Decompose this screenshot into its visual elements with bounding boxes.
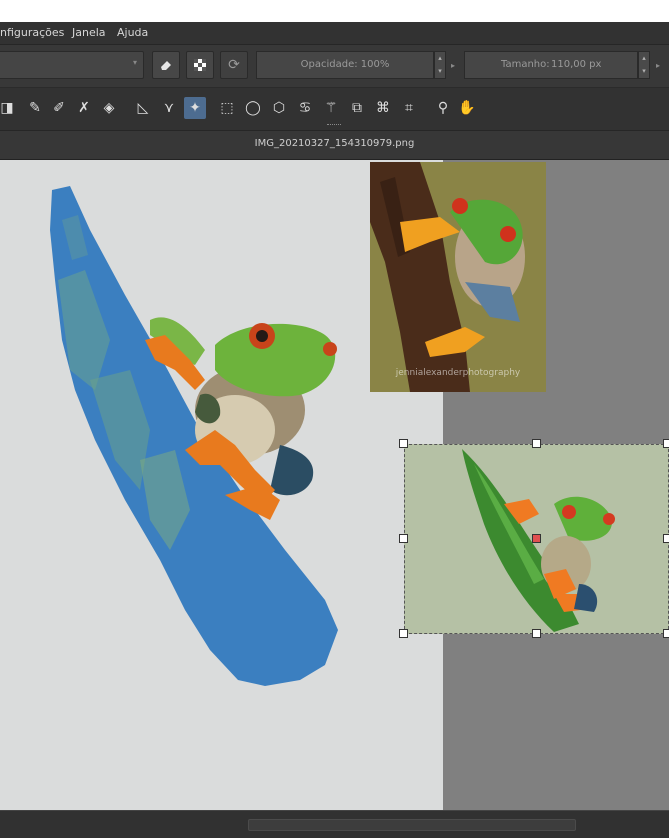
magnetic-select-icon: ⌗ bbox=[405, 100, 413, 116]
perspective-tool[interactable]: ⋎ bbox=[158, 97, 180, 119]
bezier-selection-tool[interactable]: ⌘ bbox=[372, 97, 394, 119]
chevron-right-icon: ▸ bbox=[451, 61, 456, 70]
chevron-right-icon: ▸ bbox=[656, 61, 661, 70]
transform-handle-top-left[interactable] bbox=[399, 439, 408, 448]
toolbox: ◨ ✎ ✐ ✗ ◈ ◺ ⋎ ✦ ⬚ ◯ ⬡ ♋ ⚚ ⧉ ⌘ ⌗ ⚲ ✋ bbox=[0, 88, 669, 131]
reference-tool-icon: ✦ bbox=[189, 100, 201, 116]
ellipse-select-icon: ◯ bbox=[245, 100, 261, 116]
rectangular-selection-tool[interactable]: ⬚ bbox=[216, 97, 238, 119]
bezier-select-icon: ⌘ bbox=[376, 100, 390, 116]
rotation-center-handle[interactable] bbox=[532, 534, 541, 543]
similar-color-selection-tool[interactable]: ⧉ bbox=[346, 97, 368, 119]
polygon-select-icon: ⬡ bbox=[272, 100, 286, 116]
photo-watermark: jennialexanderphotography bbox=[395, 368, 521, 378]
size-label: Tamanho: bbox=[501, 59, 550, 70]
size-spinner[interactable]: ▴ ▾ bbox=[638, 51, 650, 79]
transform-handle-top[interactable] bbox=[532, 439, 541, 448]
zoom-icon: ⚲ bbox=[437, 100, 449, 116]
reference-images-tool[interactable]: ✦ bbox=[184, 97, 206, 119]
transform-handle-left[interactable] bbox=[399, 534, 408, 543]
toolbox-grip[interactable] bbox=[327, 124, 341, 127]
magnetic-selection-tool[interactable]: ⌗ bbox=[398, 97, 420, 119]
measure-icon: ◺ bbox=[137, 100, 149, 116]
tool-options-bar: ▾ ⟳ Opacidade: 100% ▴ ▾ ▸ Tamanho: 110,00… bbox=[0, 45, 669, 88]
opacity-slider[interactable]: Opacidade: 100% bbox=[256, 51, 434, 79]
reference-image-bark-frog[interactable] bbox=[370, 162, 546, 392]
fill-tool[interactable]: ◈ bbox=[98, 97, 120, 119]
size-slider[interactable]: Tamanho: 110,00 px bbox=[464, 51, 638, 79]
pan-tool[interactable]: ✋ bbox=[456, 97, 478, 119]
brush-preset-combo[interactable]: ▾ bbox=[0, 51, 144, 79]
transform-handle-right[interactable] bbox=[663, 534, 669, 543]
canvas[interactable]: jennialexanderphotography bbox=[0, 160, 546, 810]
smart-patch-icon: ✐ bbox=[53, 100, 65, 116]
smart-patch-tool[interactable]: ✐ bbox=[48, 97, 70, 119]
color-picker-tool[interactable]: ✎ bbox=[24, 97, 46, 119]
perspective-icon: ⋎ bbox=[163, 100, 175, 116]
measure-tool[interactable]: ◺ bbox=[132, 97, 154, 119]
transform-handle-bottom[interactable] bbox=[532, 629, 541, 638]
alpha-lock-icon bbox=[194, 59, 206, 71]
document-tab-bar: IMG_20210327_154310979.png bbox=[0, 131, 669, 160]
eraser-icon bbox=[161, 61, 171, 70]
picker-icon: ✎ bbox=[29, 100, 41, 116]
similar-select-icon: ⧉ bbox=[352, 100, 362, 116]
contiguous-selection-tool[interactable]: ⚚ bbox=[320, 97, 342, 119]
assistant-tool[interactable]: ✗ bbox=[73, 97, 95, 119]
reload-preset-button[interactable]: ⟳ bbox=[220, 51, 248, 79]
menu-help[interactable]: Ajuda bbox=[117, 26, 148, 39]
alpha-lock-button[interactable] bbox=[186, 51, 214, 79]
transform-handle-top-right[interactable] bbox=[663, 439, 669, 448]
gradient-tool[interactable]: ◨ bbox=[0, 97, 14, 119]
opacity-label: Opacidade: 100% bbox=[300, 59, 390, 70]
rect-select-icon: ⬚ bbox=[220, 100, 234, 116]
menu-settings[interactable]: nfigurações bbox=[0, 26, 64, 39]
polygonal-selection-tool[interactable]: ⬡ bbox=[268, 97, 290, 119]
reference-photo-watermark-wrap: jennialexanderphotography bbox=[370, 368, 546, 378]
freehand-selection-tool[interactable]: ♋ bbox=[294, 97, 316, 119]
reference-image-leaf-frog[interactable] bbox=[399, 439, 669, 638]
canvas-workspace[interactable]: jennialexanderphotography bbox=[0, 160, 669, 810]
assistant-icon: ✗ bbox=[78, 100, 90, 116]
elliptical-selection-tool[interactable]: ◯ bbox=[242, 97, 264, 119]
refresh-icon: ⟳ bbox=[228, 57, 240, 73]
gradient-icon: ◨ bbox=[0, 100, 14, 116]
size-value: 110,00 px bbox=[551, 59, 602, 70]
freehand-select-icon: ♋ bbox=[298, 100, 312, 116]
status-bar bbox=[0, 810, 669, 838]
menu-window[interactable]: Janela bbox=[72, 26, 106, 39]
transform-handle-bottom-left[interactable] bbox=[399, 629, 408, 638]
magic-wand-icon: ⚚ bbox=[324, 100, 338, 116]
top-margin bbox=[0, 0, 669, 22]
eraser-mode-button[interactable] bbox=[152, 51, 180, 79]
zoom-tool[interactable]: ⚲ bbox=[432, 97, 454, 119]
document-title[interactable]: IMG_20210327_154310979.png bbox=[0, 138, 669, 149]
fill-icon: ◈ bbox=[103, 100, 115, 116]
transform-handle-bottom-right[interactable] bbox=[663, 629, 669, 638]
horizontal-scrollbar[interactable] bbox=[248, 819, 576, 831]
menu-bar: nfigurações Janela Ajuda bbox=[0, 22, 669, 45]
chevron-down-icon: ▾ bbox=[132, 58, 137, 67]
opacity-spinner[interactable]: ▴ ▾ bbox=[434, 51, 446, 79]
pan-icon: ✋ bbox=[458, 100, 476, 116]
